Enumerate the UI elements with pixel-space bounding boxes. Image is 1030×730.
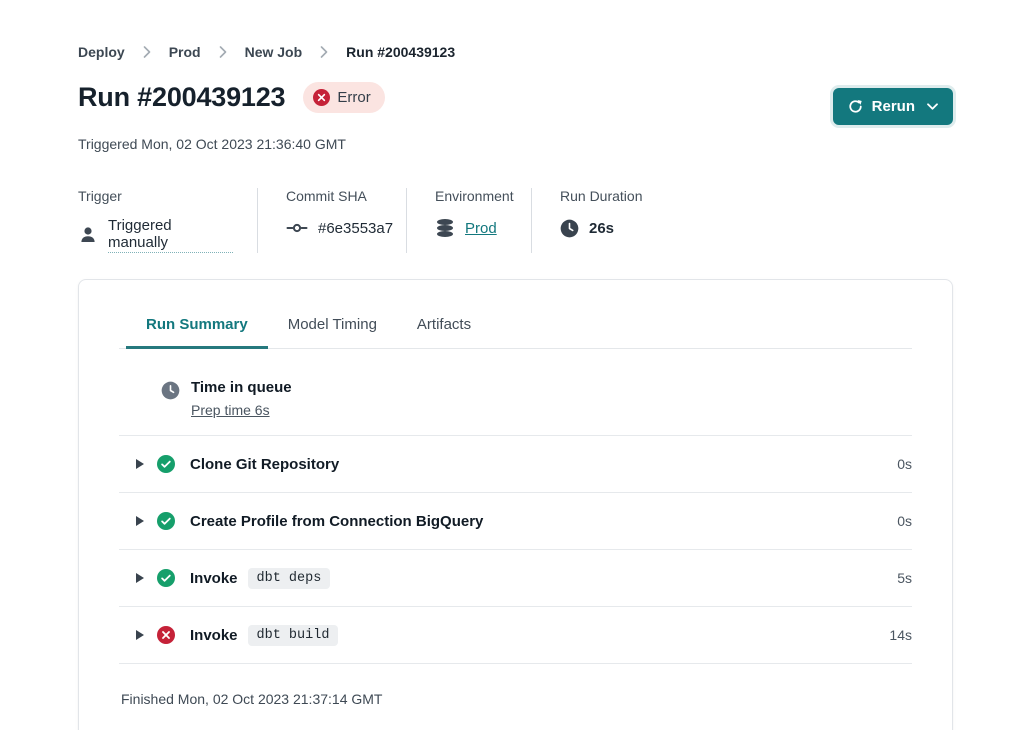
- tab-run-summary[interactable]: Run Summary: [126, 306, 268, 349]
- clock-icon: [161, 381, 180, 400]
- environment-link[interactable]: Prod: [465, 220, 497, 237]
- page-header: Run #200439123 Error Rerun: [78, 82, 953, 125]
- prep-time-link[interactable]: Prep time 6s: [191, 402, 292, 418]
- refresh-icon: [848, 99, 863, 114]
- rerun-button-label: Rerun: [872, 98, 915, 115]
- run-meta-row: Trigger Triggered manually Commit SHA #6…: [78, 188, 953, 253]
- meta-commit-sha: Commit SHA #6e3553a7: [258, 188, 407, 253]
- meta-environment: Environment Prod: [407, 188, 532, 253]
- meta-trigger: Trigger Triggered manually: [78, 188, 258, 253]
- breadcrumb-deploy[interactable]: Deploy: [78, 44, 125, 60]
- step-row-dbt-deps[interactable]: Invoke dbt deps 5s: [119, 549, 912, 606]
- trigger-value[interactable]: Triggered manually: [108, 217, 233, 253]
- finished-timestamp: Finished Mon, 02 Oct 2023 21:37:14 GMT: [119, 663, 912, 730]
- x-circle-icon: [157, 626, 175, 644]
- check-circle-icon: [157, 569, 175, 587]
- run-duration-value: 26s: [589, 220, 614, 237]
- chevron-right-icon: [320, 46, 328, 58]
- triggered-timestamp: Triggered Mon, 02 Oct 2023 21:36:40 GMT: [78, 136, 953, 152]
- chevron-down-icon: [927, 103, 938, 111]
- meta-trigger-label: Trigger: [78, 188, 233, 204]
- step-row-clone-git[interactable]: Clone Git Repository 0s: [119, 435, 912, 492]
- meta-environment-label: Environment: [435, 188, 507, 204]
- caret-right-icon[interactable]: [136, 459, 144, 469]
- database-icon: [435, 218, 455, 238]
- step-row-create-profile[interactable]: Create Profile from Connection BigQuery …: [119, 492, 912, 549]
- breadcrumb-current-run: Run #200439123: [346, 44, 455, 60]
- step-command-badge: dbt deps: [248, 568, 331, 589]
- caret-right-icon[interactable]: [136, 573, 144, 583]
- page-title: Run #200439123: [78, 82, 285, 113]
- step-label: Create Profile from Connection BigQuery: [190, 513, 483, 530]
- step-duration: 0s: [897, 456, 912, 472]
- meta-run-duration: Run Duration 26s: [532, 188, 667, 253]
- status-badge: Error: [303, 82, 384, 113]
- caret-right-icon[interactable]: [136, 630, 144, 640]
- step-label: Invoke: [190, 570, 238, 587]
- breadcrumb: Deploy Prod New Job Run #200439123: [78, 44, 953, 60]
- step-label: Invoke: [190, 627, 238, 644]
- step-duration: 14s: [889, 627, 912, 643]
- time-in-queue-row: Time in queue Prep time 6s: [119, 349, 912, 435]
- run-summary-card: Run Summary Model Timing Artifacts Time …: [78, 279, 953, 730]
- check-circle-icon: [157, 512, 175, 530]
- clock-icon: [560, 219, 579, 238]
- meta-commit-label: Commit SHA: [286, 188, 382, 204]
- rerun-button[interactable]: Rerun: [833, 88, 953, 125]
- user-icon: [78, 225, 98, 245]
- run-detail-page: Deploy Prod New Job Run #200439123 Run #…: [0, 0, 1030, 730]
- tab-artifacts[interactable]: Artifacts: [397, 306, 491, 349]
- caret-right-icon[interactable]: [136, 516, 144, 526]
- step-label: Clone Git Repository: [190, 456, 339, 473]
- step-row-dbt-build[interactable]: Invoke dbt build 14s: [119, 606, 912, 663]
- breadcrumb-new-job[interactable]: New Job: [245, 44, 303, 60]
- queue-title: Time in queue: [191, 379, 292, 396]
- meta-duration-label: Run Duration: [560, 188, 643, 204]
- status-badge-label: Error: [337, 89, 370, 106]
- chevron-right-icon: [143, 46, 151, 58]
- breadcrumb-prod[interactable]: Prod: [169, 44, 201, 60]
- tab-strip: Run Summary Model Timing Artifacts: [119, 280, 912, 349]
- step-duration: 5s: [897, 570, 912, 586]
- step-command-badge: dbt build: [248, 625, 339, 646]
- check-circle-icon: [157, 455, 175, 473]
- step-duration: 0s: [897, 513, 912, 529]
- x-circle-icon: [313, 89, 330, 106]
- commit-sha-value: #6e3553a7: [318, 220, 393, 237]
- commit-icon: [286, 218, 308, 238]
- tab-model-timing[interactable]: Model Timing: [268, 306, 397, 349]
- chevron-right-icon: [219, 46, 227, 58]
